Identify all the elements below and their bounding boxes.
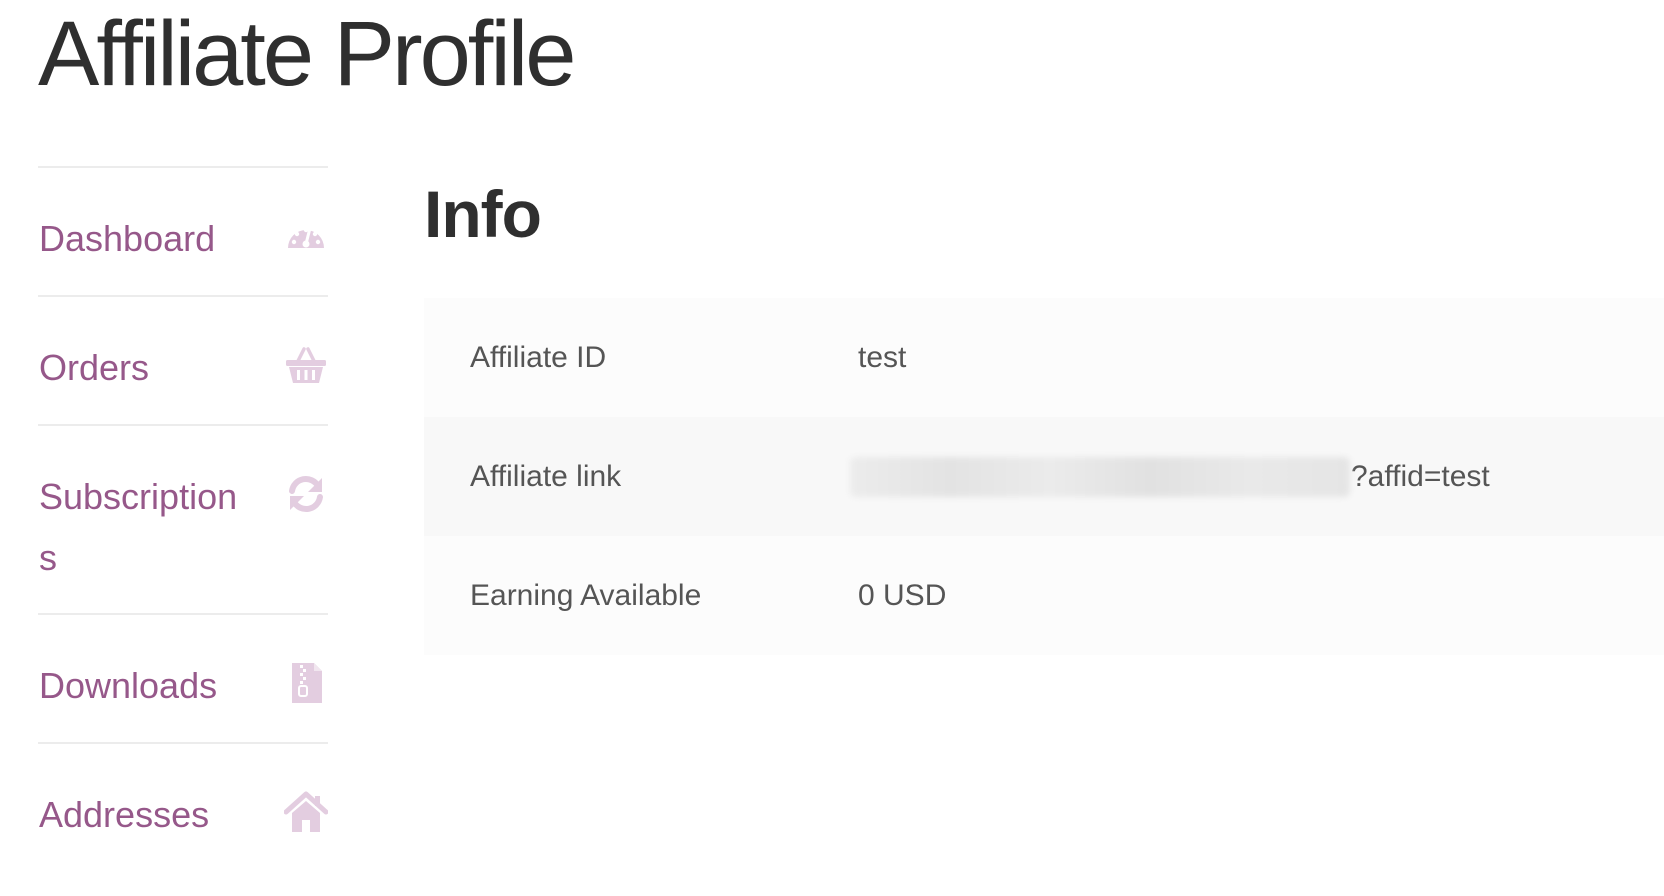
table-row: Affiliate ID test [424,298,1664,417]
sidebar-item-addresses[interactable]: Addresses [38,744,328,864]
dashboard-gauge-icon [284,214,328,258]
affiliate-link-value[interactable]: ?affid=test [850,417,1664,536]
redacted-url-blur [850,456,1350,497]
affiliate-link-suffix: ?affid=test [1351,459,1490,493]
page-title: Affiliate Profile [38,3,576,105]
affiliate-info-table: Affiliate ID test Affiliate link ?affid=… [424,298,1664,655]
sidebar-item-dashboard[interactable]: Dashboard [38,168,328,297]
account-navigation: Dashboard Orders Subscriptions Downloads… [38,166,328,864]
sidebar-item-subscriptions[interactable]: Subscriptions [38,426,328,615]
refresh-icon [284,472,328,516]
table-row: Affiliate link ?affid=test [424,417,1664,536]
earning-available-value: 0 USD [858,578,947,612]
file-archive-icon [284,661,328,705]
row-label-earning-available: Earning Available [470,578,702,612]
sidebar-item-label[interactable]: Orders [39,337,254,398]
row-label-affiliate-link: Affiliate link [470,459,622,493]
table-row: Earning Available 0 USD [424,536,1664,655]
section-title-info: Info [424,177,542,251]
basket-icon [284,343,328,387]
sidebar-item-downloads[interactable]: Downloads [38,615,328,744]
sidebar-item-orders[interactable]: Orders [38,297,328,426]
sidebar-item-label[interactable]: Downloads [39,655,254,716]
sidebar-item-label[interactable]: Subscriptions [39,466,254,588]
sidebar-item-label[interactable]: Dashboard [39,208,254,269]
affiliate-id-value: test [858,340,907,374]
home-icon [284,790,328,834]
sidebar-item-label[interactable]: Addresses [39,784,254,845]
row-label-affiliate-id: Affiliate ID [470,340,607,374]
